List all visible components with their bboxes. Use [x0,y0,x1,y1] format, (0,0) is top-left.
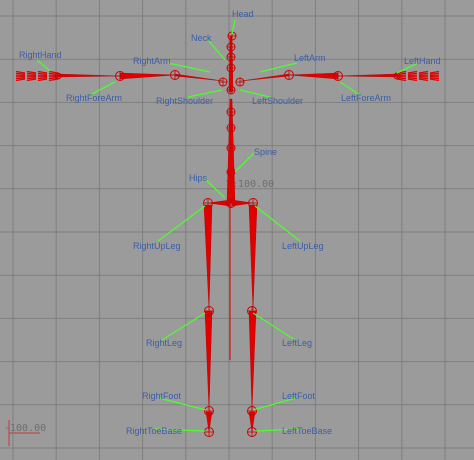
bone-left-up-leg [248,204,258,311]
finger-bone [15,77,26,80]
bone-right-up-leg [203,204,213,311]
joint-left-fore-arm[interactable] [333,71,343,81]
joint-label-right-foot: RightFoot [142,391,182,401]
finger-bone [26,70,37,74]
joint-neck-2[interactable] [226,52,236,62]
joint-label-right-fore-arm: RightForeArm [66,93,122,103]
finger-bone [15,70,26,74]
joint-neck-base[interactable] [226,63,236,73]
joint-label-right-hand: RightHand [19,50,62,60]
joint-left-foot[interactable] [247,406,257,416]
bone-left-arm [240,73,290,82]
joint-label-left-foot: LeftFoot [282,391,316,401]
finger-bone [429,77,440,80]
joint-spine-3[interactable] [226,143,236,153]
joint-label-left-hand: LeftHand [404,56,441,66]
bone-right-forearm [119,72,176,80]
joint-label-right-toe-base: RightToeBase [126,426,182,436]
joint-left-arm[interactable] [284,70,294,80]
joint-label-left-leg: LeftLeg [282,338,312,348]
joint-right-hand[interactable] [54,72,62,80]
bone-left-forearm [288,72,339,80]
joint-label-right-arm: RightArm [133,56,171,66]
bone-right-hand [57,73,121,78]
finger-bone [407,77,418,80]
joint-label-spine: Spine [254,147,277,157]
joint-right-fore-arm[interactable] [115,71,125,81]
joint-label-left-arm: LeftArm [294,53,326,63]
finger-bone [15,78,26,82]
joint-label-left-toe-base: LeftToeBase [282,426,332,436]
finger-bone [407,78,418,82]
finger-bone [26,78,37,82]
bone-right-arm [174,73,224,82]
joint-right-toe-base[interactable] [204,427,214,437]
joint-spine-1[interactable] [226,107,236,117]
joint-label-left-fore-arm: LeftForeArm [341,93,391,103]
joint-label-head: Head [232,9,254,19]
joint-label-left-shoulder: LeftShoulder [252,96,303,106]
finger-bone [37,77,48,80]
joint-right-arm[interactable] [170,70,180,80]
finger-bone [37,70,48,74]
joint-label-left-up-leg: LeftUpLeg [282,241,324,251]
finger-bone [407,70,418,74]
skeleton-viewport[interactable]: Y:100.00 -100.00 Head Neck RightArm Left… [0,0,474,460]
joint-spine[interactable] [226,167,236,177]
floor-coord-readout: -100.00 [4,423,46,434]
finger-bone [15,72,26,75]
finger-bone [26,72,37,75]
finger-bone [407,72,418,75]
bone-left-hand [337,73,398,78]
joint-label-neck: Neck [191,33,212,43]
joint-right-leg[interactable] [204,306,214,316]
joint-left-toe-base[interactable] [247,427,257,437]
joint-right-foot[interactable] [204,406,214,416]
joint-neck[interactable] [226,42,236,52]
finger-bone [418,78,429,82]
finger-bone [37,72,48,75]
joint-label-hips: Hips [189,173,208,183]
joint-chest[interactable] [226,85,236,95]
joint-spine-2[interactable] [226,123,236,133]
bone-left-leg [248,310,257,412]
joint-hips[interactable] [226,198,236,208]
finger-bone [429,72,440,75]
finger-bone [26,77,37,80]
bone-right-leg [204,310,213,412]
finger-bone [418,70,429,74]
joint-right-shoulder[interactable] [218,77,228,87]
skeleton-scene[interactable]: Y:100.00 -100.00 Head Neck RightArm Left… [0,0,474,460]
viewport-grid [0,0,474,460]
joint-label-right-up-leg: RightUpLeg [133,241,181,251]
finger-bone [418,77,429,80]
finger-bone [429,78,440,82]
finger-bone [418,72,429,75]
joint-label-right-leg: RightLeg [146,338,182,348]
joint-left-hand[interactable] [393,72,401,80]
finger-bone [429,70,440,74]
joint-label-right-shoulder: RightShoulder [156,96,213,106]
finger-bone [37,78,48,82]
joint-left-shoulder[interactable] [235,77,245,87]
leader-lines [36,19,419,432]
